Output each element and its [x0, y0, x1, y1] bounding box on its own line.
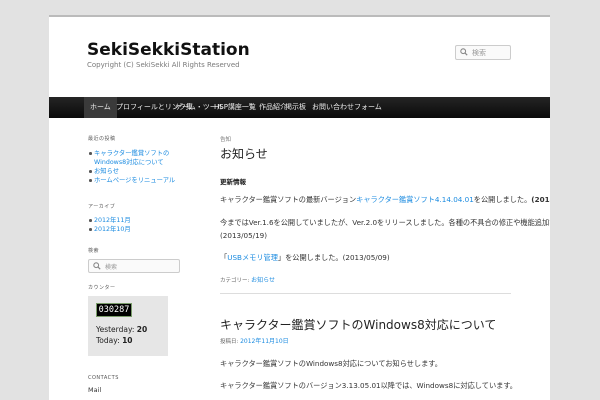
archive-link[interactable]: 2012年11月: [88, 216, 183, 225]
post-subtitle: 更新情報: [220, 178, 246, 186]
post-update-date: (2013/05/19): [220, 231, 268, 240]
post-body-line: キャラクター鑑賞ソフトのバージョン3.13.05.01以降では、Windows8…: [220, 381, 517, 390]
search-widget-title: 検索: [88, 248, 100, 254]
counter-title: カウンター: [88, 285, 116, 291]
post-update-line: キャラクター鑑賞ソフトの最新バージョンキャラクター鑑賞ソフト4.14.04.01…: [220, 195, 550, 204]
nav-contact-form[interactable]: お問い合わせフォーム: [312, 97, 382, 118]
header-search-input[interactable]: 検索: [455, 45, 511, 60]
post-date-link[interactable]: 2012年11月10日: [240, 338, 289, 345]
recent-post-link[interactable]: キャラクター鑑賞ソフトのWindows8対応について: [88, 149, 183, 167]
search-icon: [460, 48, 468, 56]
page-top-border: [49, 15, 550, 17]
yesterday-count: Yesterday: 20: [96, 325, 148, 334]
post-date-meta: 投稿日: 2012年11月10日: [220, 338, 289, 345]
recent-posts-list: キャラクター鑑賞ソフトのWindows8対応について お知らせ ホームページをリ…: [88, 149, 183, 185]
post-update-line: 今まではVer.1.6を公開していましたが、Ver.2.0をリリースしました。各…: [220, 218, 550, 227]
post-kicker: 告知: [220, 137, 232, 143]
recent-posts-title: 最近の投稿: [88, 136, 116, 142]
site-title[interactable]: SekiSekkiStation: [87, 40, 250, 60]
access-counter: 030287 Yesterday: 20 Today: 10: [88, 296, 168, 356]
nav-bbs[interactable]: 掲示板: [285, 97, 306, 118]
post-body-line: キャラクター鑑賞ソフトのWindows8対応についてお知らせします。: [220, 359, 442, 368]
search-icon: [93, 262, 101, 270]
software-link[interactable]: キャラクター鑑賞ソフト4.14.04.01: [356, 195, 474, 204]
sidebar: 最近の投稿 キャラクター鑑賞ソフトのWindows8対応について お知らせ ホー…: [88, 135, 183, 394]
page: SekiSekkiStation Copyright (C) SekiSekki…: [49, 15, 550, 400]
nav-works[interactable]: 作品紹介: [259, 97, 287, 118]
sidebar-search-placeholder: 検索: [105, 264, 118, 271]
header-search-placeholder: 検索: [472, 49, 486, 57]
archives-title: アーカイブ: [88, 204, 116, 210]
sidebar-search-input[interactable]: 検索: [88, 259, 180, 273]
post-update-line: 「USBメモリ管理」を公開しました。(2013/05/09): [220, 253, 390, 262]
nav-hsp-lessons[interactable]: HSP講座一覧: [214, 97, 256, 118]
recent-post-link[interactable]: ホームページをリニューアル: [88, 176, 183, 185]
today-count: Today: 10: [96, 336, 133, 345]
post-category-meta: カテゴリー: お知らせ: [220, 277, 275, 284]
contacts-title: CONTACTS: [88, 375, 119, 381]
archives-list: 2012年11月 2012年10月: [88, 216, 183, 234]
nav-home[interactable]: ホーム: [84, 97, 117, 118]
archive-link[interactable]: 2012年10月: [88, 225, 183, 234]
category-link[interactable]: お知らせ: [251, 277, 275, 284]
recent-post-link[interactable]: お知らせ: [88, 167, 183, 176]
contacts-mail[interactable]: Mail: [88, 386, 183, 394]
post-divider: [220, 293, 511, 294]
post-title[interactable]: キャラクター鑑賞ソフトのWindows8対応について: [220, 316, 520, 333]
site-description: Copyright (C) SekiSekki All Rights Reser…: [87, 61, 240, 69]
usb-memory-link[interactable]: USBメモリ管理: [227, 253, 278, 262]
counter-value: 030287: [96, 303, 132, 317]
post-title[interactable]: お知らせ: [220, 145, 520, 162]
main-navigation: ホーム プロフィールとリンク集 ゲーム・ツール HSP講座一覧 作品紹介 掲示板…: [49, 97, 550, 118]
main-content: 告知 お知らせ 更新情報 キャラクター鑑賞ソフトの最新バージョンキャラクター鑑賞…: [220, 135, 550, 391]
